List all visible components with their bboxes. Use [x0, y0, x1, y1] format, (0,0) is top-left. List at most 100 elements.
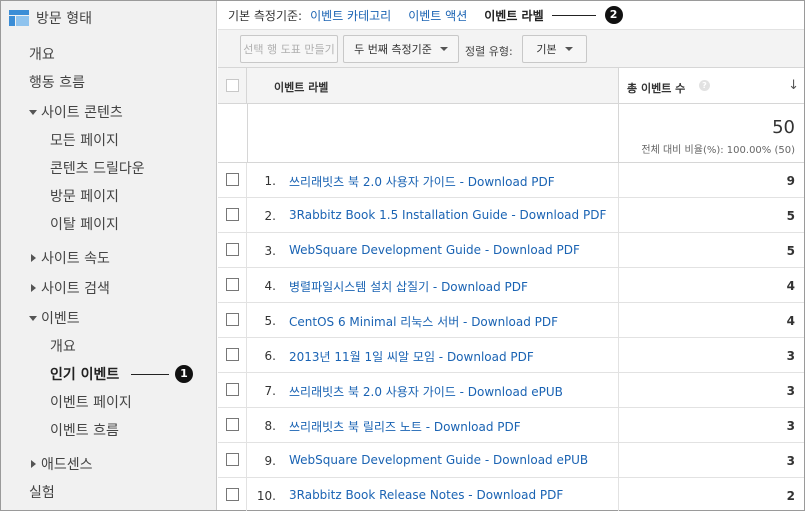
table-row: 6. 2013년 11월 1일 씨알 모임 - Download PDF 3 [218, 338, 804, 373]
event-label-link[interactable]: WebSquare Development Guide - Download e… [289, 453, 588, 467]
table-row: 8. 쓰리래빗츠 북 릴리즈 노트 - Download PDF 3 [218, 408, 804, 443]
table-row: 10. 3Rabbitz Book Release Notes - Downloa… [218, 478, 804, 511]
row-checkbox[interactable] [226, 383, 239, 396]
event-label-link[interactable]: 쓰리래빗츠 북 2.0 사용자 가이드 - Download PDF [289, 173, 555, 190]
column-header-event-label[interactable]: 이벤트 라벨 [274, 79, 328, 95]
total-events-cell: 9 [618, 163, 804, 197]
sidebar-item-label: 사이트 검색 [41, 281, 110, 297]
sidebar-item-label: 행동 흐름 [29, 75, 85, 91]
plot-rows-button[interactable]: 선택 행 도표 만들기 [240, 35, 338, 63]
row-checkbox[interactable] [226, 173, 239, 186]
select-all-checkbox[interactable] [226, 79, 239, 92]
sidebar-item-site-content[interactable]: 사이트 콘텐츠 [29, 102, 123, 122]
total-events-cell: 3 [618, 408, 804, 442]
row-checkbox[interactable] [226, 313, 239, 326]
sidebar-item-top-events[interactable]: 인기 이벤트 [50, 364, 119, 384]
sort-descending-icon[interactable]: ↓ [788, 78, 799, 93]
event-label-link[interactable]: 쓰리래빗츠 북 2.0 사용자 가이드 - Download ePUB [289, 383, 563, 400]
row-number: 2. [264, 209, 276, 223]
total-events-cell: 3 [618, 373, 804, 407]
expand-arrow-icon [29, 316, 37, 321]
sidebar-item-exit-pages[interactable]: 이탈 페이지 [50, 214, 119, 234]
dimension-link-event-action[interactable]: 이벤트 액션 [408, 7, 467, 24]
row-checkbox[interactable] [226, 488, 239, 501]
sidebar-item-events[interactable]: 이벤트 [29, 308, 80, 328]
event-label-link[interactable]: CentOS 6 Minimal 리눅스 서버 - Download PDF [289, 313, 558, 330]
row-checkbox[interactable] [226, 243, 239, 256]
expand-arrow-icon [29, 110, 37, 115]
total-events-count: 4 [786, 314, 795, 328]
sidebar-item-label: 개요 [50, 339, 76, 355]
collapse-arrow-icon [31, 460, 36, 468]
sidebar-item-site-speed[interactable]: 사이트 속도 [31, 248, 110, 268]
sidebar-item-events-overview[interactable]: 개요 [50, 336, 76, 356]
sidebar-item-behavior-flow[interactable]: 행동 흐름 [29, 72, 85, 92]
sidebar-item-content-drilldown[interactable]: 콘텐츠 드릴다운 [50, 158, 145, 178]
total-events-cell: 5 [618, 198, 804, 232]
row-number: 7. [264, 384, 276, 398]
collapse-arrow-icon [31, 284, 36, 292]
total-events-value: 50 [772, 117, 795, 138]
row-select-cell [218, 373, 247, 407]
sidebar-title: 방문 형태 [36, 11, 92, 27]
dimension-link-event-category[interactable]: 이벤트 카테고리 [310, 7, 391, 24]
sidebar-item-events-flow[interactable]: 이벤트 흐름 [50, 420, 119, 440]
sidebar: 방문 형태 개요 행동 흐름 사이트 콘텐츠 모든 페이지 콘텐츠 드릴다운 방… [1, 1, 217, 510]
event-label-link[interactable]: 3Rabbitz Book 1.5 Installation Guide - D… [289, 208, 606, 222]
event-label-link[interactable]: 2013년 11월 1일 씨알 모임 - Download PDF [289, 348, 534, 365]
row-number: 1. [264, 174, 276, 188]
event-label-link[interactable]: 쓰리래빗츠 북 릴리즈 노트 - Download PDF [289, 418, 521, 435]
sidebar-item-overview[interactable]: 개요 [29, 44, 55, 64]
sidebar-item-label: 인기 이벤트 [50, 367, 120, 383]
sidebar-item-label: 이벤트 흐름 [50, 423, 119, 439]
row-select-cell [218, 478, 247, 511]
sidebar-item-label: 이벤트 [41, 311, 80, 327]
secondary-dimension-dropdown[interactable]: 두 번째 측정기준 [343, 35, 459, 63]
sidebar-item-experiments[interactable]: 실험 [29, 482, 55, 502]
table-header: 이벤트 라벨 총 이벤트 수 ? ↓ [218, 67, 804, 104]
sidebar-item-adsense[interactable]: 애드센스 [31, 454, 93, 474]
row-select-cell [218, 268, 247, 302]
table-row: 2. 3Rabbitz Book 1.5 Installation Guide -… [218, 198, 804, 233]
total-events-cell: 3 [618, 338, 804, 372]
row-checkbox[interactable] [226, 348, 239, 361]
help-icon[interactable]: ? [699, 80, 710, 91]
chevron-down-icon [439, 47, 448, 51]
row-checkbox[interactable] [226, 418, 239, 431]
secondary-dimension-label: 두 번째 측정기준 [354, 43, 432, 56]
sidebar-item-landing-pages[interactable]: 방문 페이지 [50, 186, 119, 206]
row-checkbox[interactable] [226, 453, 239, 466]
row-select-cell [218, 233, 247, 267]
column-header-total-events[interactable]: 총 이벤트 수 ? ↓ [618, 68, 804, 103]
total-events-count: 5 [786, 209, 795, 223]
collapse-arrow-icon [31, 254, 36, 262]
sort-type-dropdown[interactable]: 기본 [522, 35, 587, 63]
total-events-cell: 4 [618, 303, 804, 337]
dimension-link-event-label[interactable]: 이벤트 라벨 [484, 7, 543, 24]
total-events-count: 5 [786, 244, 795, 258]
event-label-link[interactable]: 3Rabbitz Book Release Notes - Download P… [289, 488, 563, 502]
row-select-cell [218, 408, 247, 442]
total-events-count: 3 [786, 384, 795, 398]
row-checkbox[interactable] [226, 208, 239, 221]
row-select-cell [218, 338, 247, 372]
sidebar-item-all-pages[interactable]: 모든 페이지 [50, 130, 119, 150]
total-events-cell: 4 [618, 268, 804, 302]
row-number: 4. [264, 279, 276, 293]
callout-line [131, 374, 169, 375]
table-row: 5. CentOS 6 Minimal 리눅스 서버 - Download PDF… [218, 303, 804, 338]
table-row: 3. WebSquare Development Guide - Download… [218, 233, 804, 268]
sidebar-item-label: 콘텐츠 드릴다운 [50, 161, 145, 177]
sidebar-item-site-search[interactable]: 사이트 검색 [31, 278, 110, 298]
row-checkbox[interactable] [226, 278, 239, 291]
event-label-link[interactable]: 병렬파일시스템 설치 삽질기 - Download PDF [289, 278, 528, 295]
sidebar-header[interactable]: 방문 형태 [1, 1, 216, 35]
event-label-link[interactable]: WebSquare Development Guide - Download P… [289, 243, 580, 257]
total-events-count: 4 [786, 279, 795, 293]
sidebar-item-label: 개요 [29, 47, 55, 63]
row-select-cell [218, 443, 247, 477]
sidebar-item-event-pages[interactable]: 이벤트 페이지 [50, 392, 132, 412]
sidebar-item-label: 방문 페이지 [50, 189, 119, 205]
total-events-count: 9 [786, 174, 795, 188]
totals-row: 50 전체 대비 비율(%): 100.00% (50) [218, 104, 804, 163]
